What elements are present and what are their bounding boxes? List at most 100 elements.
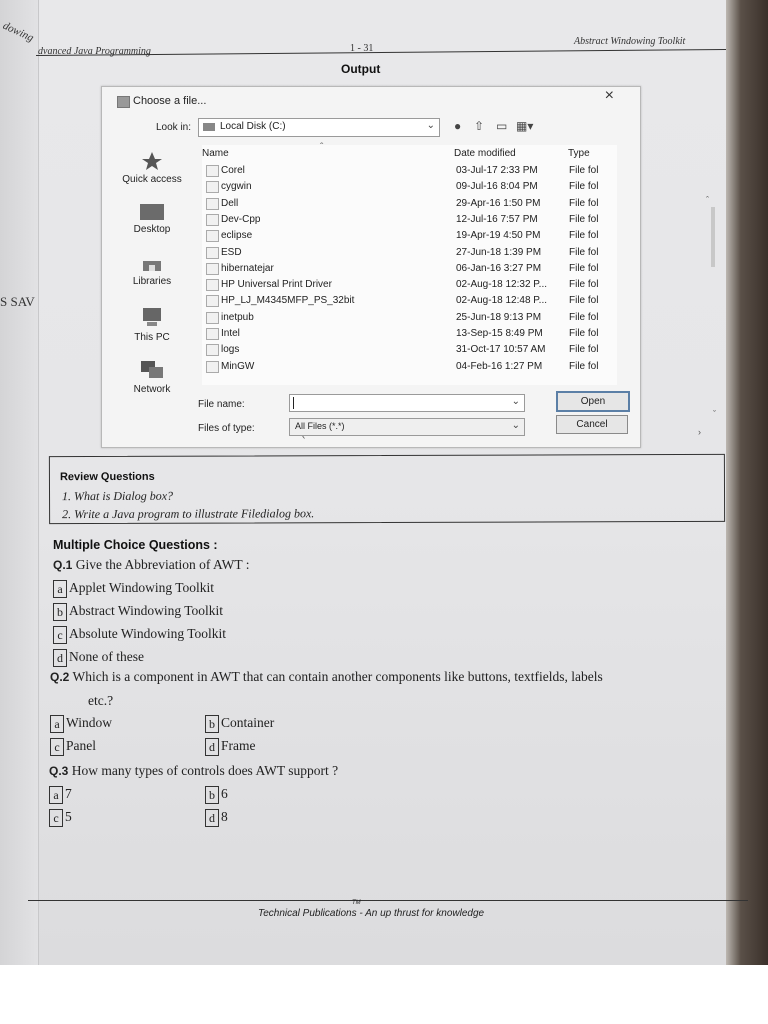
file-list[interactable]: Name ˆ Date modified Type Corel 03-Jul-17… [202,142,716,442]
file-type-value: All Files (*.*) [295,421,345,431]
file-name: HP_LJ_M4345MFP_PS_32bit [221,295,355,307]
left-page-fold [0,0,39,965]
option-q2-c: c Panel [50,738,96,756]
open-button[interactable]: Open [556,391,630,412]
folder-icon [206,262,219,275]
column-header-type[interactable]: Type [568,148,590,159]
option-letter: b [53,603,67,621]
file-name: eclipse [221,230,253,242]
file-row[interactable]: ESD 27-Jun-18 1:39 PM File fol [202,245,617,261]
question-2-continued: etc.? [88,693,114,708]
chevron-down-icon: ⌄ [511,396,520,407]
desktop-icon [140,204,164,220]
option-letter: c [53,626,67,644]
vertical-scrollbar[interactable] [707,195,717,425]
place-desktop[interactable]: Desktop [112,203,192,235]
file-date: 06-Jan-16 3:27 PM [456,262,542,274]
option-text: Container [221,715,275,731]
place-quick-access[interactable]: Quick access [112,151,192,185]
option-text: Applet Windowing Toolkit [69,580,215,596]
file-type: File fol [569,311,599,323]
file-type: File fol [569,197,599,209]
folder-icon [206,181,219,194]
file-name: Intel [221,328,240,339]
library-icon [143,261,161,271]
file-row[interactable]: Dev-Cpp 12-Jul-16 7:57 PM File fol [202,212,617,228]
option-letter: d [53,649,67,667]
file-type: File fol [569,262,599,274]
file-row[interactable]: MinGW 04-Feb-16 1:27 PM File fol [202,359,617,375]
place-this-pc[interactable]: This PC [112,307,192,343]
question-text: Which is a component in AWT that can con… [72,669,603,684]
place-libraries[interactable]: Libraries [112,257,192,287]
file-row[interactable]: logs 31-Oct-17 10:57 AM File fol [202,342,617,358]
option-letter: a [49,786,63,804]
folder-icon [206,230,219,243]
drive-icon [203,123,215,131]
look-in-label: Look in: [156,122,192,133]
file-row[interactable]: inetpub 25-Jun-18 9:13 PM File fol [202,310,617,326]
footer-trademark: TM [352,900,361,906]
file-name: logs [221,344,240,356]
network-icon [141,361,163,378]
chevron-down-icon: ⌄ [511,420,520,431]
file-type: File fol [569,279,599,291]
up-folder-icon[interactable]: ⇧ [474,119,484,133]
view-menu-icon[interactable]: ▦▾ [516,119,533,133]
column-header-date[interactable]: Date modified [454,148,516,159]
header-right: Abstract Windowing Toolkit [574,36,686,47]
cancel-button[interactable]: Cancel [556,415,628,434]
file-row[interactable]: hibernatejar 06-Jan-16 3:27 PM File fol [202,261,617,277]
look-in-value: Local Disk (C:) [220,121,286,132]
back-icon[interactable]: ● [454,119,461,133]
file-row[interactable]: eclipse 19-Apr-19 4:50 PM File fol [202,228,617,244]
file-type: File fol [569,360,599,372]
file-row[interactable]: cygwin 09-Jul-16 8:04 PM File fol [202,179,617,195]
new-folder-icon[interactable]: ▭ [496,119,507,133]
option-q3-b: b6 [205,786,228,804]
place-label: Desktop [133,224,171,235]
file-name-input[interactable]: ⌄ [289,394,525,412]
review-question: 1. What is Dialog box? [61,488,174,504]
file-date: 09-Jul-16 8:04 PM [456,181,538,193]
folder-icon [206,295,219,308]
file-row[interactable]: HP_LJ_M4345MFP_PS_32bit 02-Aug-18 12:48 P… [202,293,617,309]
file-type: File fol [569,230,599,242]
option-letter: d [205,809,219,827]
column-header-name[interactable]: Name [202,148,229,159]
file-name: cygwin [221,181,252,193]
file-name: ESD [221,246,242,258]
option-letter: a [53,580,67,598]
close-icon[interactable]: × [605,87,614,105]
option-text: None of these [69,649,144,665]
sort-caret-icon: ˆ [320,142,324,153]
option-letter: a [50,715,64,733]
file-type-select[interactable]: All Files (*.*) ⌄ [289,418,525,436]
file-type: File fol [569,181,599,193]
scroll-right-icon[interactable]: › [698,427,701,437]
option-letter: b [205,715,219,733]
option-q3-c: c5 [49,809,72,827]
review-question: 2. Write a Java program to illustrate Fi… [62,506,315,522]
option-q1-d: d None of these [53,649,144,667]
place-label: Quick access [122,174,182,185]
review-title: Review Questions [59,470,155,484]
option-text: 6 [221,786,228,802]
output-title: Output [341,62,381,76]
scrollbar-thumb[interactable] [711,207,715,267]
option-q1-c: c Absolute Windowing Toolkit [53,626,226,644]
file-name: Dev-Cpp [221,213,261,225]
file-row[interactable]: Dell 29-Apr-16 1:50 PM File fol [202,196,617,212]
file-date: 02-Aug-18 12:32 P... [456,279,547,291]
option-text: Frame [221,738,256,754]
look-in-select[interactable]: Local Disk (C:) ⌄ [198,118,440,137]
place-network[interactable]: Network [112,359,192,395]
option-q2-b: b Container [205,715,274,733]
file-row[interactable]: Intel 13-Sep-15 8:49 PM File fol [202,326,617,342]
scroll-down-icon[interactable]: ˇ [713,409,716,419]
file-row[interactable]: Corel 03-Jul-17 2:33 PM File fol [202,163,617,179]
file-row[interactable]: HP Universal Print Driver 02-Aug-18 12:32… [202,277,617,293]
folder-icon [206,213,219,226]
option-text: 7 [65,786,72,802]
file-name-label: File name: [198,399,245,410]
